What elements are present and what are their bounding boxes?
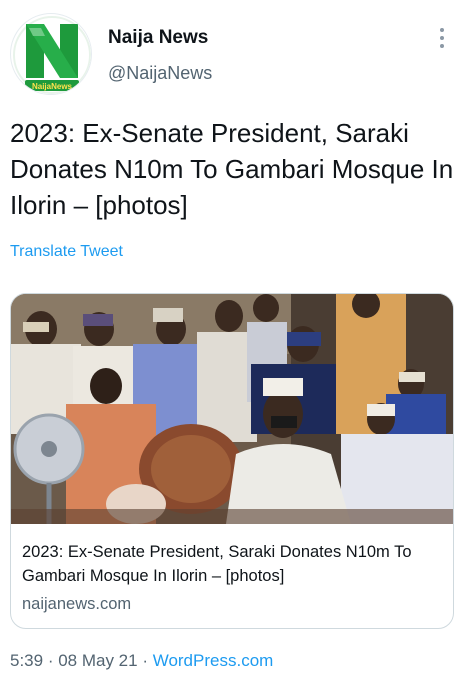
mosque-gathering-photo xyxy=(11,294,453,524)
card-image[interactable] xyxy=(11,294,453,524)
more-vertical-icon[interactable] xyxy=(430,26,454,50)
tweet-header: NaijaNews Naija News @NaijaNews xyxy=(0,0,472,100)
translate-tweet-link[interactable]: Translate Tweet xyxy=(10,243,123,261)
card-domain: naijanews.com xyxy=(22,595,132,613)
tweet-date[interactable]: 08 May 21 xyxy=(58,651,137,670)
tweet-text: 2023: Ex-Senate President, Saraki Donate… xyxy=(10,118,454,220)
avatar[interactable]: NaijaNews xyxy=(10,13,92,95)
svg-text:NaijaNews: NaijaNews xyxy=(32,82,73,91)
author-display-name[interactable]: Naija News xyxy=(108,27,208,49)
meta-separator: · xyxy=(137,651,153,670)
menu-dot xyxy=(440,28,444,32)
tweet-source-link[interactable]: WordPress.com xyxy=(153,651,274,670)
card-title[interactable]: 2023: Ex-Senate President, Saraki Donate… xyxy=(22,540,447,588)
menu-dot xyxy=(440,36,444,40)
menu-dot xyxy=(440,44,444,48)
naija-news-logo: NaijaNews xyxy=(12,15,91,94)
tweet-time[interactable]: 5:39 xyxy=(10,651,43,670)
link-preview-card[interactable]: 2023: Ex-Senate President, Saraki Donate… xyxy=(10,293,454,629)
meta-separator: · xyxy=(43,651,59,670)
author-handle[interactable]: @NaijaNews xyxy=(108,63,212,84)
tweet-meta: 5:39 · 08 May 21 · WordPress.com xyxy=(10,651,273,671)
